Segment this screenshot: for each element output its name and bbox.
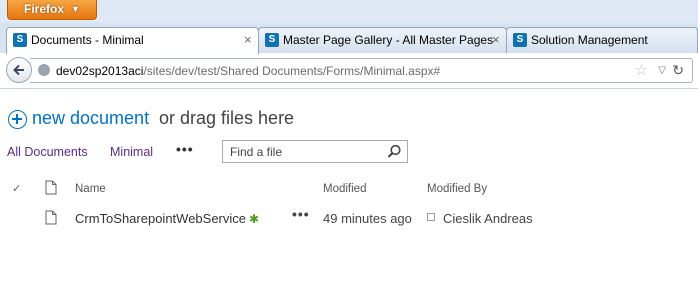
tab-master-page-gallery[interactable]: S Master Page Gallery - All Master Pages…	[258, 27, 507, 53]
firefox-menu-button[interactable]: Firefox ▼	[7, 0, 97, 20]
document-icon	[45, 210, 57, 225]
back-button[interactable]	[6, 57, 32, 83]
find-a-file-box	[222, 140, 408, 163]
history-dropdown-icon[interactable]: ▽	[658, 65, 666, 76]
tab-strip: S Documents - Minimal × S Master Page Ga…	[0, 23, 698, 54]
item-menu-ellipsis-icon[interactable]: •••	[292, 206, 310, 222]
bookmark-star-icon[interactable]: ☆	[635, 61, 648, 79]
navigation-bar: dev02sp2013aci/sites/dev/test/Shared Doc…	[0, 53, 698, 89]
new-item-icon: ✱	[249, 212, 260, 226]
tab-title: Master Page Gallery - All Master Pages	[283, 33, 494, 47]
tab-title: Documents - Minimal	[31, 33, 144, 47]
address-bar[interactable]: dev02sp2013aci/sites/dev/test/Shared Doc…	[30, 58, 693, 83]
globe-icon	[38, 64, 50, 76]
firefox-menu-label: Firefox	[24, 2, 65, 16]
sharepoint-icon: S	[265, 33, 279, 47]
search-input[interactable]	[223, 141, 385, 162]
tab-solution-management[interactable]: S Solution Management	[506, 27, 698, 53]
modified-value: 49 minutes ago	[323, 211, 412, 226]
title-bar: Firefox ▼	[0, 0, 698, 23]
search-icon[interactable]	[387, 144, 402, 159]
select-all-checkmark-icon[interactable]: ✓	[12, 182, 21, 195]
file-name-link[interactable]: CrmToSharepointWebService	[75, 211, 246, 226]
drag-files-text: or drag files here	[159, 108, 295, 128]
column-header-modified[interactable]: Modified	[323, 183, 366, 195]
presence-icon	[427, 213, 435, 221]
sharepoint-icon: S	[13, 33, 27, 47]
close-tab-icon[interactable]: ×	[244, 32, 252, 47]
column-header-name[interactable]: Name	[75, 183, 106, 195]
document-type-icon[interactable]	[45, 180, 57, 195]
new-document-link[interactable]: new document	[32, 108, 149, 129]
view-minimal[interactable]: Minimal	[110, 145, 153, 159]
tab-documents-minimal[interactable]: S Documents - Minimal ×	[6, 27, 259, 54]
url-text[interactable]: dev02sp2013aci/sites/dev/test/Shared Doc…	[56, 64, 440, 78]
add-circle-icon[interactable]	[8, 110, 27, 129]
url-host: dev02sp2013aci	[56, 64, 144, 78]
more-views-ellipsis-icon[interactable]: •••	[176, 141, 194, 157]
back-arrow-icon	[13, 64, 24, 76]
tab-title: Solution Management	[531, 33, 648, 47]
reload-icon[interactable]: ↻	[672, 62, 684, 79]
url-path: /sites/dev/test/Shared Documents/Forms/M…	[143, 64, 441, 78]
sharepoint-icon: S	[513, 33, 527, 47]
close-tab-icon[interactable]: ×	[492, 32, 500, 47]
view-all-documents[interactable]: All Documents	[7, 145, 88, 159]
chevron-down-icon: ▼	[71, 4, 80, 14]
column-header-modified-by[interactable]: Modified By	[427, 183, 487, 195]
modified-by-value[interactable]: Cieslik Andreas	[443, 211, 533, 226]
